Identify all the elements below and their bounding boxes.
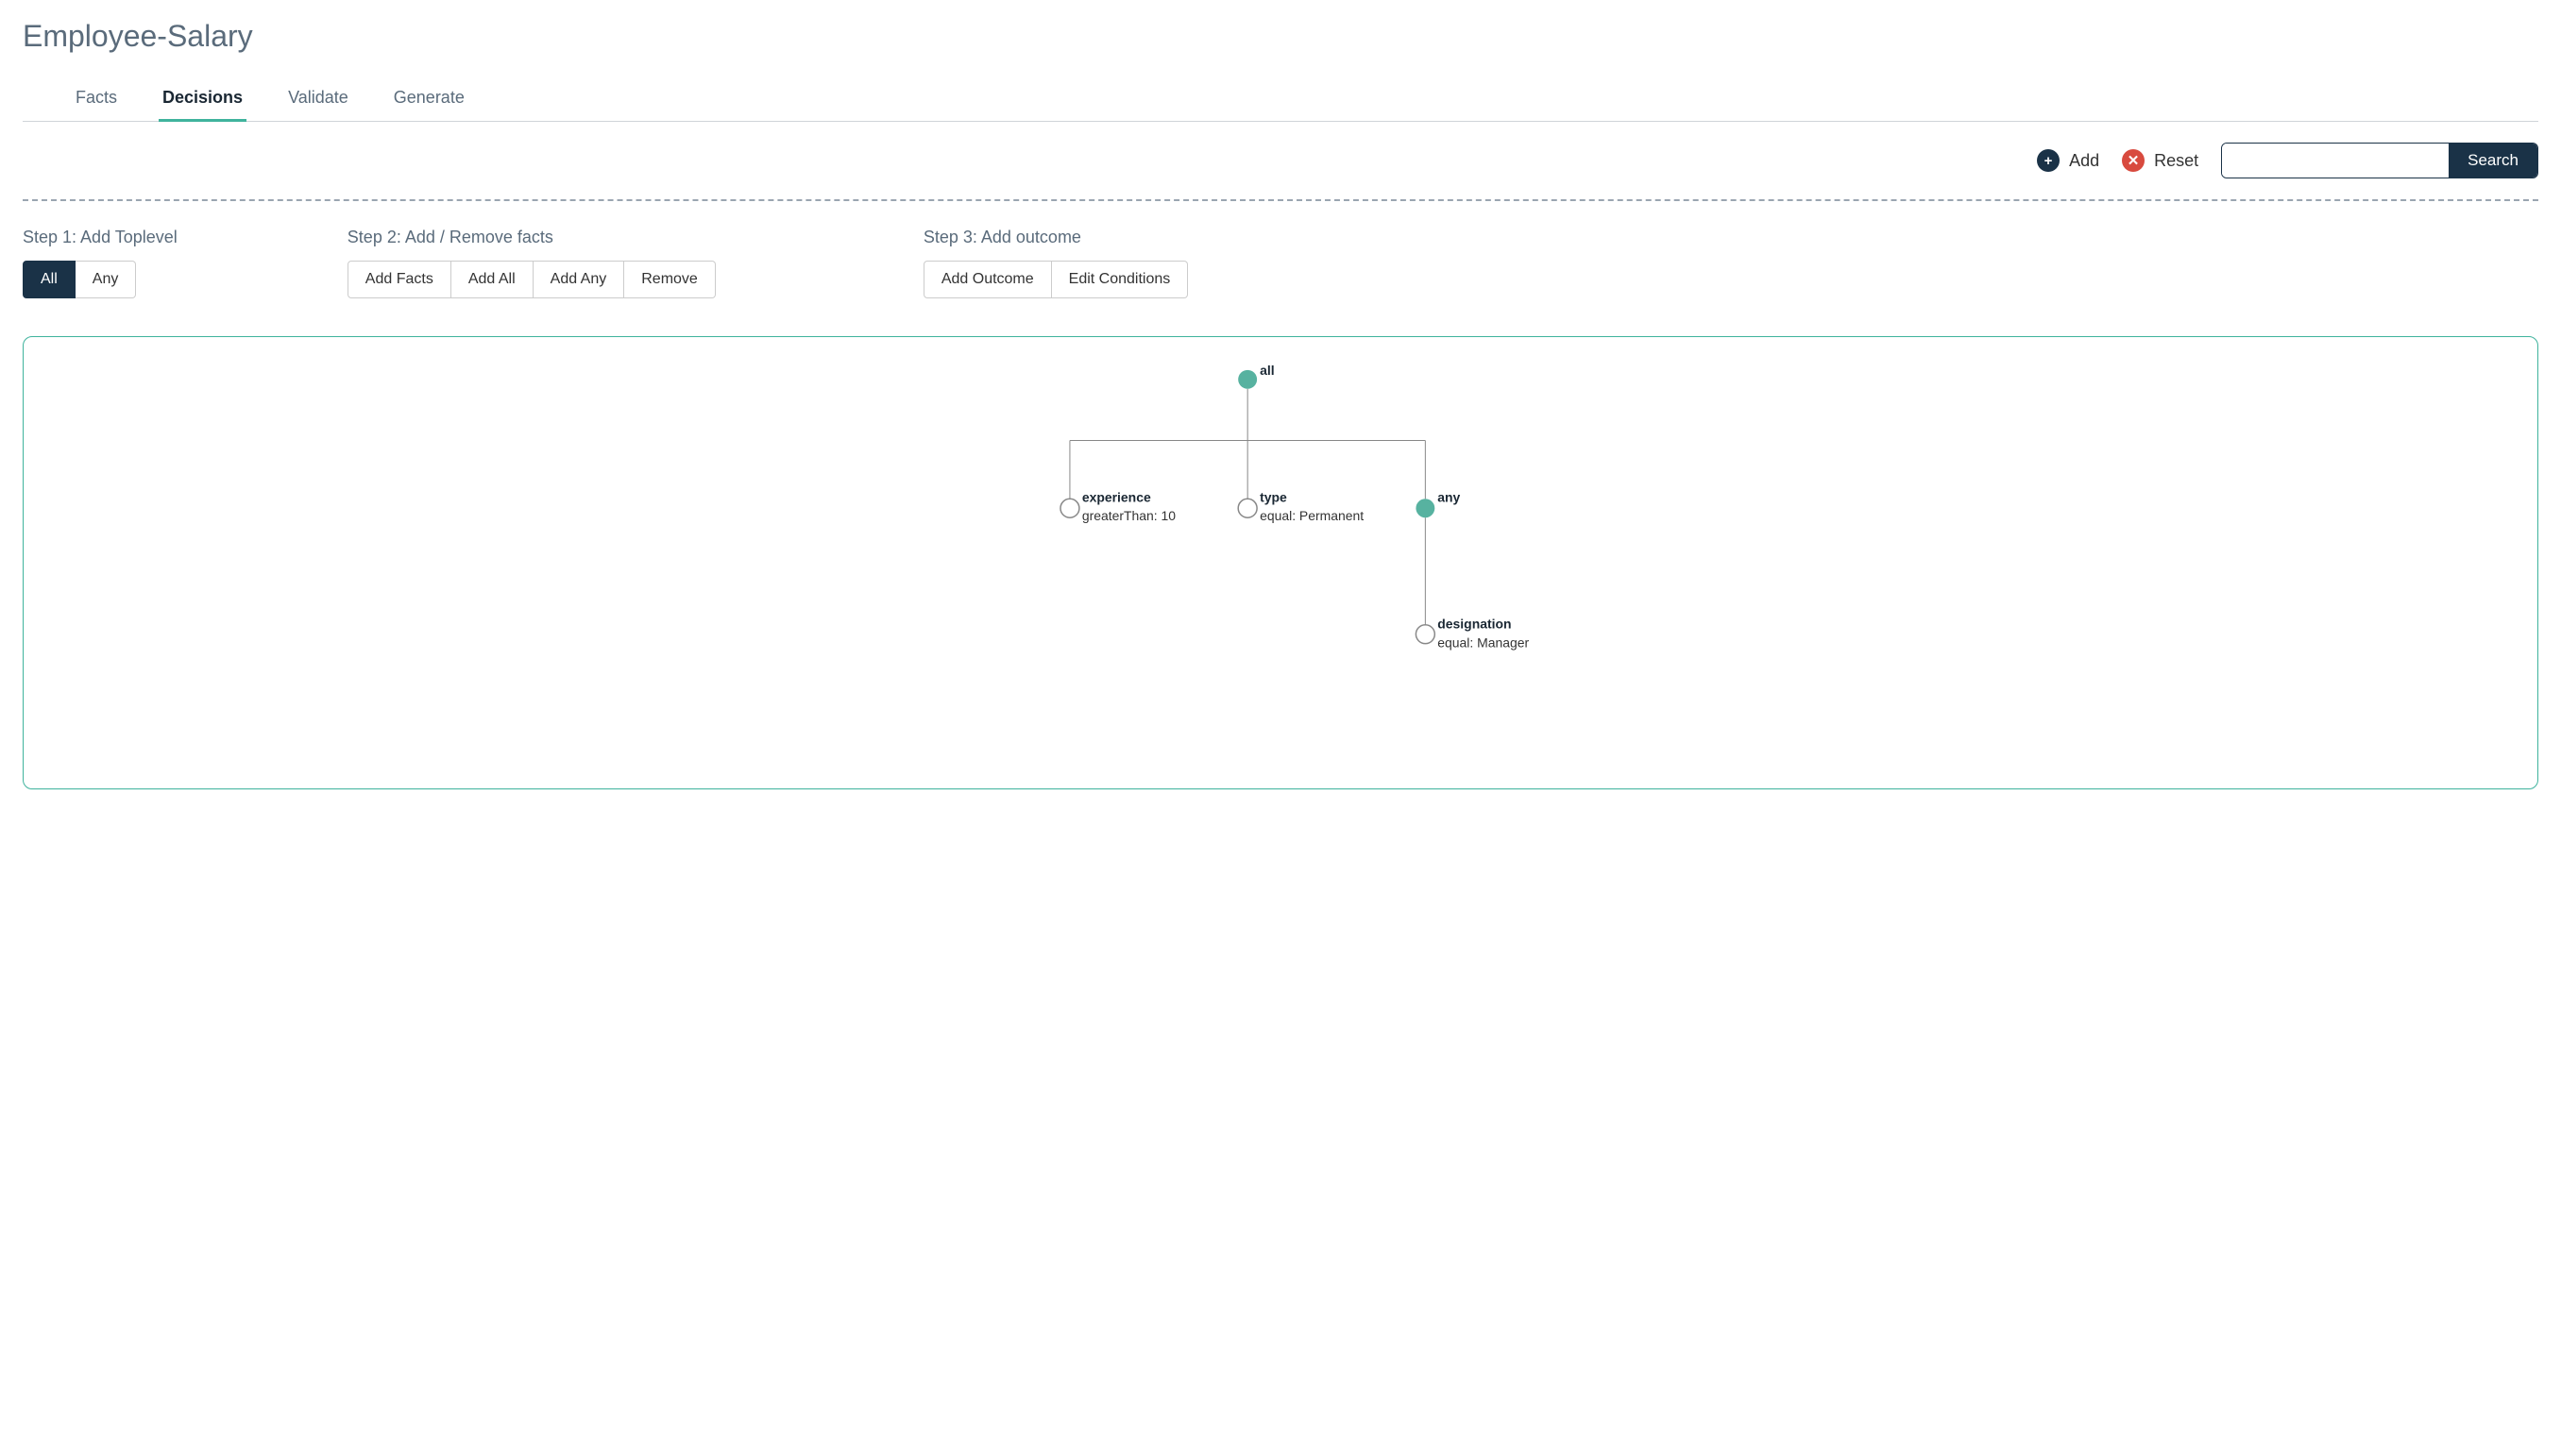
remove-button[interactable]: Remove	[624, 261, 716, 298]
step2-group: Step 2: Add / Remove facts Add Facts Add…	[348, 228, 716, 298]
node-type-label: type	[1260, 489, 1287, 504]
all-button[interactable]: All	[23, 261, 76, 298]
edit-conditions-button[interactable]: Edit Conditions	[1052, 261, 1189, 298]
step1-title: Step 1: Add Toplevel	[23, 228, 178, 247]
page-title: Employee-Salary	[23, 19, 2538, 54]
add-button[interactable]: + Add	[2037, 149, 2099, 172]
tab-facts[interactable]: Facts	[72, 80, 121, 122]
close-icon: ✕	[2122, 149, 2145, 172]
step3-group: Step 3: Add outcome Add Outcome Edit Con…	[924, 228, 1188, 298]
decision-tree-canvas[interactable]: all experience greaterThan: 10 type equa…	[23, 336, 2538, 789]
node-designation-label: designation	[1437, 617, 1511, 632]
node-designation[interactable]	[1416, 625, 1434, 644]
toolbar: + Add ✕ Reset Search	[23, 122, 2538, 199]
node-all-label: all	[1260, 363, 1275, 378]
node-all[interactable]	[1238, 370, 1257, 389]
tab-validate[interactable]: Validate	[284, 80, 352, 122]
step2-buttons: Add Facts Add All Add Any Remove	[348, 261, 716, 298]
node-type[interactable]	[1238, 499, 1257, 517]
add-any-button[interactable]: Add Any	[534, 261, 625, 298]
tabs: Facts Decisions Validate Generate	[23, 80, 2538, 122]
tab-decisions[interactable]: Decisions	[159, 80, 246, 122]
search-input[interactable]	[2222, 144, 2449, 178]
reset-button[interactable]: ✕ Reset	[2122, 149, 2198, 172]
node-designation-sub: equal: Manager	[1437, 635, 1529, 651]
node-experience-label: experience	[1082, 489, 1151, 504]
add-all-button[interactable]: Add All	[451, 261, 534, 298]
step3-title: Step 3: Add outcome	[924, 228, 1188, 247]
search-button[interactable]: Search	[2449, 144, 2537, 178]
node-experience-sub: greaterThan: 10	[1082, 508, 1176, 523]
step2-title: Step 2: Add / Remove facts	[348, 228, 716, 247]
node-any[interactable]	[1416, 499, 1434, 517]
divider	[23, 199, 2538, 201]
step1-buttons: All Any	[23, 261, 178, 298]
step1-group: Step 1: Add Toplevel All Any	[23, 228, 178, 298]
any-button[interactable]: Any	[76, 261, 137, 298]
step3-buttons: Add Outcome Edit Conditions	[924, 261, 1188, 298]
node-experience[interactable]	[1060, 499, 1079, 517]
add-outcome-button[interactable]: Add Outcome	[924, 261, 1052, 298]
reset-label: Reset	[2154, 151, 2198, 171]
add-facts-button[interactable]: Add Facts	[348, 261, 451, 298]
node-any-label: any	[1437, 489, 1460, 504]
node-type-sub: equal: Permanent	[1260, 508, 1364, 523]
add-label: Add	[2069, 151, 2099, 171]
search-wrap: Search	[2221, 143, 2538, 178]
plus-icon: +	[2037, 149, 2060, 172]
tab-generate[interactable]: Generate	[390, 80, 468, 122]
steps-row: Step 1: Add Toplevel All Any Step 2: Add…	[23, 228, 2538, 298]
